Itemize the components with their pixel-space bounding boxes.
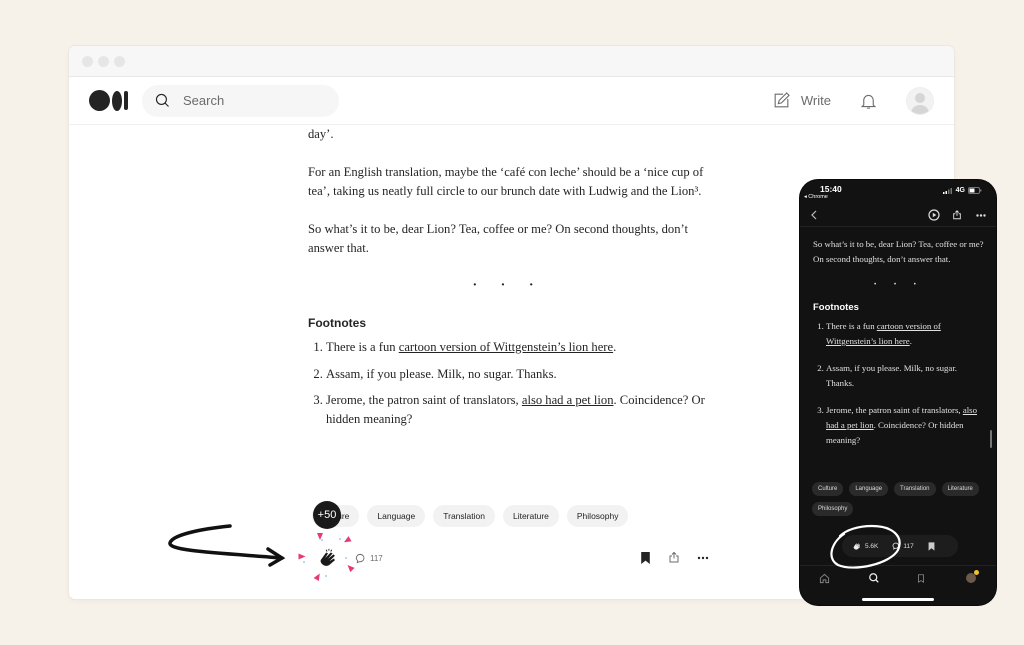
write-icon [774,92,790,108]
footnotes-list: There is a fun cartoon version of Wittge… [813,319,984,448]
clap-icon [320,548,335,566]
home-icon[interactable] [819,573,830,584]
bookmark-icon[interactable] [640,551,651,564]
footnotes-heading: Footnotes [308,315,366,330]
phone-article-body: So what’s it to be, dear Lion? Tea, coff… [800,227,996,448]
footnote-item: Assam, if you please. Milk, no sugar. Th… [326,365,708,384]
section-separator: · · · [472,278,544,293]
footnote-link[interactable]: also had a pet lion [522,393,614,407]
responses-button[interactable]: 117 [355,553,383,564]
phone-article-toolbar [800,206,996,227]
clap-button[interactable] [317,547,339,574]
section-separator: · · · [873,279,924,290]
profile-avatar-icon[interactable] [965,569,980,584]
write-button[interactable]: Write [772,91,831,110]
annotation-arrow [168,524,286,567]
clap-count-badge: +50 [313,501,341,529]
battery-icon [968,187,982,194]
article-action-bar: 117 [298,533,709,582]
tag-literature[interactable]: Literature [502,505,559,527]
annotation-circle [830,524,901,569]
search-input[interactable] [181,92,315,109]
footnote-item: There is a fun cartoon version of Wittge… [826,319,984,349]
tag-language[interactable]: Language [849,482,889,496]
tag-list: Culture Language Translation Literature … [312,505,629,527]
phone-scrollbar[interactable] [990,430,992,448]
footnote-item: There is a fun cartoon version of Wittge… [326,338,708,357]
footnote-link[interactable]: cartoon version of Wittgenstein’s lion h… [399,340,613,354]
comment-icon [355,553,365,564]
tag-translation[interactable]: Translation [433,505,495,527]
tag-language[interactable]: Language [367,505,426,527]
back-to-app-link[interactable]: ◂ Chrome [804,194,828,200]
network-label: 4G [955,187,965,194]
window-close-button[interactable] [82,55,93,67]
bookmark-icon[interactable] [928,541,935,551]
article-paragraph: So what’s it to be, dear Lion? Tea, coff… [813,239,984,264]
more-options-icon[interactable] [976,214,986,217]
status-time: 15:40 [820,184,842,194]
tag-philosophy[interactable]: Philosophy [812,502,854,516]
notifications-button[interactable] [859,91,878,111]
article-paragraph: For an English translation, maybe the ‘c… [308,165,704,198]
more-options-icon[interactable] [697,556,709,560]
article-paragraph: So what’s it to be, dear Lion? Tea, coff… [308,222,688,255]
search-box[interactable] [142,84,339,117]
share-icon[interactable] [952,209,962,221]
bell-icon [860,94,877,109]
browser-titlebar [69,46,954,77]
article-body: work. It doesn’t convey the sense of ‘th… [308,108,708,436]
home-indicator [862,598,934,601]
footnotes-list: There is a fun cartoon version of Wittge… [308,338,708,428]
footnote-item: Jerome, the patron saint of translators,… [826,403,984,448]
share-icon[interactable] [668,551,680,564]
tag-culture[interactable]: Culture [812,482,844,496]
signal-icon [942,187,952,194]
top-navbar: Write [69,77,954,125]
write-label: Write [800,93,831,108]
medium-logo[interactable] [89,90,128,111]
library-icon[interactable] [916,573,926,584]
footnote-item: Assam, if you please. Milk, no sugar. Th… [826,361,984,391]
responses-count: 117 [370,554,383,563]
tag-literature[interactable]: Literature [941,482,979,496]
phone-tag-list: Culture Language Translation Literature … [812,482,982,516]
footnote-item: Jerome, the patron saint of translators,… [326,391,708,428]
window-maximize-button[interactable] [114,55,125,67]
play-icon[interactable] [928,209,940,221]
search-icon [155,93,169,107]
footnotes-heading: Footnotes [813,302,859,313]
avatar-placeholder-icon [911,92,929,114]
tag-translation[interactable]: Translation [894,482,936,496]
user-avatar[interactable] [906,86,934,115]
phone-status-bar: 15:40 ◂ Chrome 4G [800,180,996,206]
search-icon[interactable] [868,572,880,584]
back-icon[interactable] [811,210,818,220]
window-minimize-button[interactable] [98,55,109,67]
tag-philosophy[interactable]: Philosophy [566,505,629,527]
